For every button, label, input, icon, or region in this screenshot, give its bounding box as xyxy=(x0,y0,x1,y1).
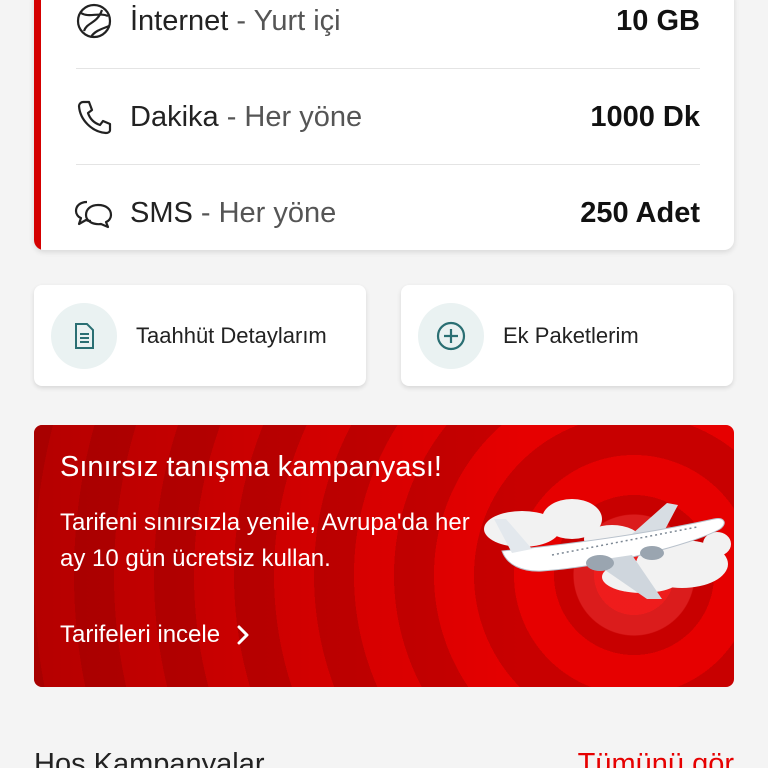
usage-row-internet[interactable]: İnternet - Yurt içi 10 GB xyxy=(74,0,700,69)
usage-row-minutes[interactable]: Dakika - Her yöne 1000 Dk xyxy=(74,69,700,165)
quick-link-label: Taahhüt Detaylarım xyxy=(136,322,327,348)
chevron-right-icon xyxy=(236,624,250,646)
usage-card: İnternet - Yurt içi 10 GB Dakika - Her y… xyxy=(34,0,734,250)
chat-icon xyxy=(74,193,114,233)
usage-accent-bar xyxy=(34,0,41,250)
promo-description: Tarifeni sınırsızla yenile, Avrupa'da he… xyxy=(60,509,470,572)
promo-link-label: Tarifeleri incele xyxy=(60,621,221,648)
usage-value: 10 GB xyxy=(616,4,700,37)
campaigns-section-header: Hoş Kampanyalar Tümünü gör xyxy=(34,748,734,768)
usage-label: Dakika - Her yöne xyxy=(130,100,363,133)
phone-icon xyxy=(74,97,114,137)
document-icon xyxy=(51,302,117,369)
usage-row-sms[interactable]: SMS - Her yöne 250 Adet xyxy=(74,165,700,250)
promo-link[interactable]: Tarifeleri incele xyxy=(60,621,250,649)
airplane-image xyxy=(484,499,731,599)
section-title: Hoş Kampanyalar xyxy=(34,748,265,768)
commitment-details-card[interactable]: Taahhüt Detaylarım xyxy=(34,285,366,386)
globe-icon xyxy=(74,1,114,41)
usage-value: 1000 Dk xyxy=(590,100,700,133)
usage-label: SMS - Her yöne xyxy=(130,196,337,229)
add-package-icon xyxy=(418,302,484,369)
promo-title: Sınırsız tanışma kampanyası! xyxy=(60,451,442,483)
promo-banner[interactable]: Sınırsız tanışma kampanyası! Tarifeni sı… xyxy=(34,425,734,687)
extra-packages-card[interactable]: Ek Paketlerim xyxy=(401,285,733,386)
see-all-link[interactable]: Tümünü gör xyxy=(578,748,734,768)
usage-label: İnternet - Yurt içi xyxy=(130,4,341,37)
usage-value: 250 Adet xyxy=(580,196,700,229)
screen: İnternet - Yurt içi 10 GB Dakika - Her y… xyxy=(0,0,768,768)
quick-link-label: Ek Paketlerim xyxy=(503,322,639,348)
